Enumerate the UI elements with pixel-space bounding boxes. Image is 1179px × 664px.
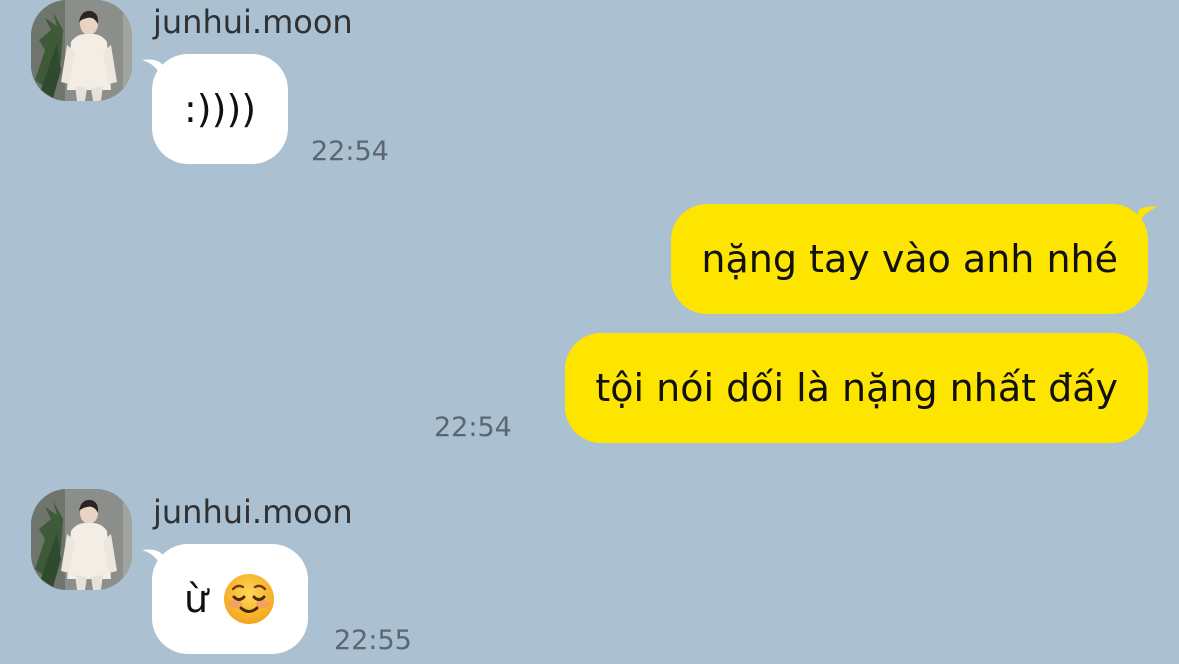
message-text: :))))	[184, 87, 257, 131]
outgoing-message-bubble[interactable]: nặng tay vào anh nhé	[671, 204, 1148, 314]
sender-avatar[interactable]	[31, 489, 132, 590]
sender-name[interactable]: junhui.moon	[153, 492, 353, 532]
sender-avatar[interactable]	[31, 0, 132, 101]
message-text: nặng tay vào anh nhé	[701, 237, 1118, 281]
avatar-photo-icon	[31, 0, 132, 101]
outgoing-message-bubble[interactable]: tội nói dối là nặng nhất đấy	[565, 333, 1148, 443]
sender-name[interactable]: junhui.moon	[153, 2, 353, 42]
message-text: ừ	[184, 577, 209, 621]
message-timestamp: 22:55	[334, 625, 412, 656]
smiling-face-icon	[222, 572, 276, 626]
message-timestamp: 22:54	[311, 136, 389, 167]
message-timestamp: 22:54	[434, 412, 512, 443]
chat-thread: junhui.moon :)))) 22:54 nặng tay vào anh…	[0, 0, 1179, 664]
message-text: tội nói dối là nặng nhất đấy	[595, 366, 1118, 410]
avatar-photo-icon	[31, 489, 132, 590]
incoming-message-bubble[interactable]: ừ	[152, 544, 309, 654]
incoming-message-bubble[interactable]: :))))	[152, 54, 289, 164]
